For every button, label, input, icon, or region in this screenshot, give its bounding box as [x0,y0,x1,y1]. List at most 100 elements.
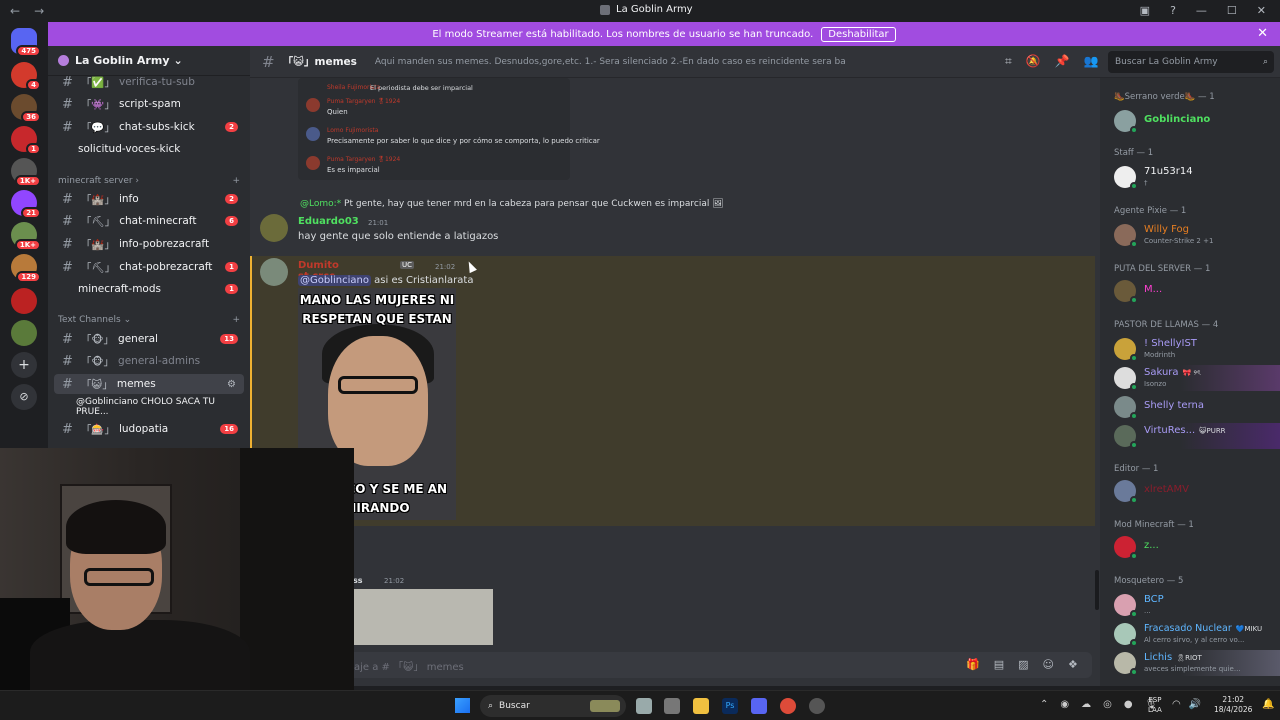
notification-bell-icon[interactable]: 🔕 [1026,54,1041,69]
notification-bell-icon[interactable]: 🔔 [1262,699,1274,710]
taskbar-search[interactable]: ⌕ Buscar [480,695,626,717]
app-icon[interactable] [664,698,680,714]
server-icon-7[interactable]: 129 [11,254,41,283]
help-icon[interactable]: ? [1170,4,1176,17]
avatar [1114,480,1138,504]
gif-icon[interactable]: ▤ [994,658,1004,671]
server-icon-9[interactable] [11,320,37,346]
channel-chat-subs-kick[interactable]: # 「💬」 chat-subs-kick 2 [54,117,244,137]
chrome-icon[interactable] [780,698,796,714]
back-arrow-icon[interactable]: ← [10,4,20,18]
channel-chat-minecraft[interactable]: # 「⛏」 chat-minecraft 6 [54,211,244,231]
message-author[interactable]: ss [353,576,363,585]
message-author[interactable]: Eduardo03 [298,216,359,227]
search-input[interactable]: Buscar La Goblin Army ⌕ [1108,51,1274,73]
channel-memes[interactable]: # 「😺」 memes ⚙ [54,374,244,394]
photoshop-icon[interactable]: Ps [722,698,738,714]
channel-info-pobrezacraft[interactable]: # 「🏰」 info-pobrezacraft [54,234,244,254]
member-list-icon[interactable]: 👥 [1084,54,1099,69]
clock[interactable]: 21:02 18/4/2026 [1214,695,1252,715]
reply-text: Pt gente, hay que tener mrd en la cabeza… [344,199,710,209]
user-mention[interactable]: @Goblinciano [298,275,371,286]
server-icon-4[interactable]: 1K+ [11,158,41,187]
add-server-icon[interactable]: + [11,352,37,378]
discord-taskbar-icon[interactable] [751,698,767,714]
maximize-button[interactable]: ☐ [1227,4,1237,17]
tray-app-icon[interactable]: ◎ [1103,699,1112,710]
channel-emoji: 「🎰」 [80,423,115,436]
quoted-avatar [306,156,320,170]
message-list[interactable]: Sheila Fujimorista El periodista debe se… [250,78,1100,646]
close-window-button[interactable]: ✕ [1257,4,1266,17]
sticker-icon[interactable]: ▨ [1018,658,1028,671]
direct-messages-icon[interactable]: 475 [11,28,41,57]
chevron-up-icon[interactable]: ⌃ [1040,699,1048,710]
channel-solicitud-voces-kick[interactable]: solicitud-voces-kick [54,139,244,159]
apps-icon[interactable]: ❖ [1068,658,1078,671]
channel-chat-pobrezacraft[interactable]: # 「⛏」 chat-pobrezacraft 1 [54,257,244,277]
channel-label: general-admins [118,355,201,367]
server-icon-3[interactable]: 1 [11,126,41,155]
windows-start-icon[interactable] [455,698,470,713]
add-channel-icon[interactable]: + [232,176,240,186]
member-willy[interactable]: Willy Fog Counter-Strike 2 +1 [1114,222,1280,248]
emoji-icon[interactable]: ☺ [1043,658,1054,671]
server-icon-5[interactable]: 21 [11,190,41,219]
file-explorer-icon[interactable] [693,698,709,714]
chat-scrollbar[interactable] [1095,570,1099,610]
member-shellyist[interactable]: ! ShellyIST Modrinth [1114,336,1280,362]
attached-image[interactable] [353,589,493,645]
member-editor[interactable]: xlretAMV [1114,478,1280,504]
channel-ludopatia[interactable]: # 「🎰」 ludopatia 16 [54,419,244,439]
channel-info[interactable]: # 「🏰」 info 2 [54,189,244,209]
app-icon[interactable] [809,698,825,714]
avatar [1114,623,1138,647]
channel-general-admins[interactable]: # 「🐵」 general-admins [54,351,244,371]
server-icon-6[interactable]: 1K+ [11,222,41,251]
discover-icon[interactable]: ⊘ [11,384,37,410]
cloud-icon[interactable]: ☁ [1081,699,1091,710]
thread-item[interactable]: @Goblinciano CHOLO SACA TU PRUE... [54,397,244,417]
forward-arrow-icon[interactable]: → [34,4,44,18]
threads-icon[interactable]: ⌗ [1005,54,1012,69]
channel-verifica-tu-sub[interactable]: # 「✅」 verifica-tu-sub [54,72,244,92]
member-bcp[interactable]: BCP... [1114,592,1280,618]
settings-gear-icon[interactable]: ⚙ [227,379,236,390]
status-indicator [1130,296,1138,304]
server-icon-1[interactable]: 4 [11,62,41,91]
server-icon-8[interactable] [11,288,37,314]
minimize-button[interactable]: — [1196,4,1207,17]
gift-icon[interactable]: 🎁 [966,658,980,671]
language-indicator[interactable]: ESP LAA [1148,695,1162,715]
member-lichis[interactable]: Lichis 🎗RIOT aveces simplemente quie... [1114,650,1280,676]
member-fracasado-nuclear[interactable]: Fracasado Nuclear 💙MIKU Al cerro sirvo, y … [1114,621,1280,647]
member-goblinciano[interactable]: Goblinciano [1114,108,1280,134]
disable-streamer-button[interactable]: Deshabilitar [821,26,896,42]
member-sakura[interactable]: Sakura 🎀 ୨ৎ Isonzo [1114,365,1280,391]
avatar[interactable] [260,214,288,242]
inbox-icon[interactable]: ▣ [1140,4,1150,17]
channel-general[interactable]: # 「🐵」 general 13 [54,329,244,349]
member-shelly-terna[interactable]: Shelly terna [1114,394,1280,420]
member-staff[interactable]: 71u53r14 † [1114,164,1280,190]
member-virtures[interactable]: VirtuRes... 😺PURR [1114,423,1280,449]
close-banner-icon[interactable]: ✕ [1257,26,1268,41]
channel-topic[interactable]: Aqui manden sus memes. Desnudos,gore,etc… [375,57,845,67]
category-text-channels[interactable]: Text Channels ⌄ + [58,315,240,325]
channel-minecraft-mods[interactable]: minecraft-mods 1 [54,279,244,299]
tray-app-icon[interactable]: ◉ [1060,699,1069,710]
reply-reference[interactable]: @Lomo:* Pt gente, hay que tener mrd en l… [300,199,724,209]
network-volume[interactable]: ◠ 🔊 [1172,699,1201,710]
member-mod-minecraft[interactable]: z... [1114,534,1280,560]
member-m[interactable]: M... [1114,278,1280,304]
unread-badge: 1 [225,262,238,272]
add-channel-icon[interactable]: + [232,315,240,325]
pinned-icon[interactable]: 📌 [1055,54,1070,69]
channel-script-spam[interactable]: # 「👾」 script-spam [54,94,244,114]
tray-app-icon[interactable]: ● [1124,699,1133,710]
avatar[interactable] [260,258,288,286]
task-view-icon[interactable] [636,698,652,714]
server-icon-2[interactable]: 36 [11,94,41,123]
category-minecraft[interactable]: minecraft server › + [58,176,240,186]
quoted-screenshot[interactable]: Sheila Fujimorista El periodista debe se… [298,78,600,180]
